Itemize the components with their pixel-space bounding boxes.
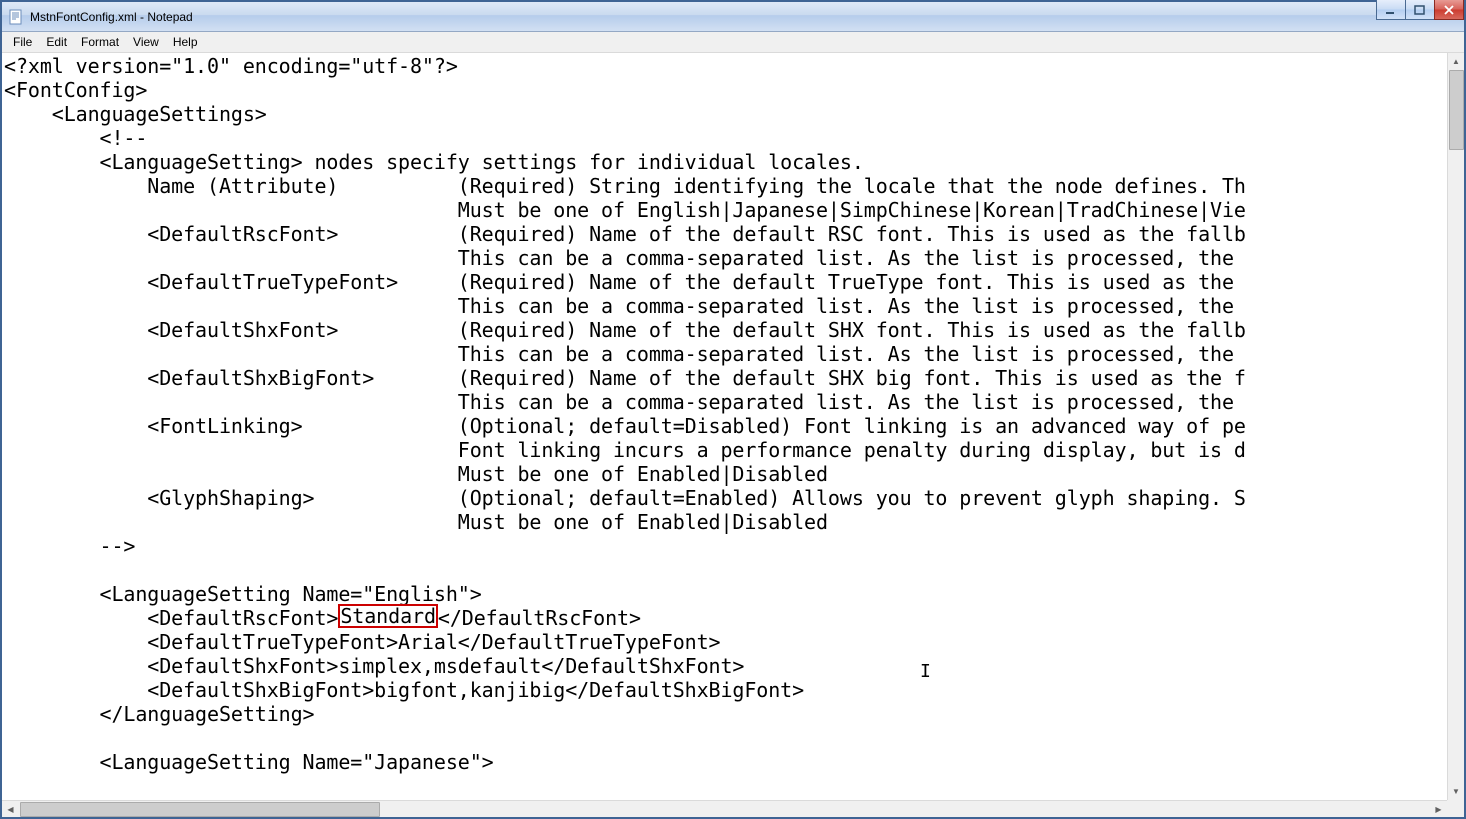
text-line: </LanguageSetting> — [4, 702, 314, 726]
scroll-corner — [1447, 800, 1464, 817]
text-line: Must be one of Enabled|Disabled — [4, 462, 828, 486]
notepad-window: MstnFontConfig.xml - Notepad File Edit F… — [0, 0, 1466, 819]
text-cursor-icon: I — [920, 660, 931, 684]
vertical-scroll-thumb[interactable] — [1449, 70, 1464, 150]
text-line: <FontConfig> — [4, 78, 147, 102]
text-line: This can be a comma-separated list. As t… — [4, 246, 1246, 270]
text-line: <DefaultTrueTypeFont> (Required) Name of… — [4, 270, 1246, 294]
client-area: <?xml version="1.0" encoding="utf-8"?> <… — [2, 53, 1464, 817]
chevron-up-icon: ▲ — [1452, 57, 1460, 66]
scroll-down-button[interactable]: ▼ — [1448, 783, 1464, 800]
scroll-up-button[interactable]: ▲ — [1448, 53, 1464, 70]
text-line: <DefaultShxFont>simplex,msdefault</Defau… — [4, 654, 744, 678]
text-line-part: <DefaultRscFont> — [4, 606, 338, 630]
text-line: <LanguageSetting Name="English"> — [4, 582, 482, 606]
text-line: <?xml version="1.0" encoding="utf-8"?> — [4, 54, 458, 78]
text-line: Name (Attribute) (Required) String ident… — [4, 174, 1246, 198]
close-button[interactable] — [1434, 0, 1464, 20]
text-line: <LanguageSetting Name="Japanese"> — [4, 750, 494, 774]
maximize-button[interactable] — [1405, 0, 1435, 20]
text-line: <LanguageSettings> — [4, 102, 267, 126]
scroll-right-button[interactable]: ▶ — [1430, 801, 1447, 817]
chevron-down-icon: ▼ — [1452, 787, 1460, 796]
horizontal-scrollbar[interactable]: ◀ ▶ — [2, 800, 1447, 817]
text-line: <FontLinking> (Optional; default=Disable… — [4, 414, 1246, 438]
menu-view[interactable]: View — [126, 33, 166, 51]
minimize-button[interactable] — [1376, 0, 1406, 20]
text-line: <GlyphShaping> (Optional; default=Enable… — [4, 486, 1246, 510]
chevron-left-icon: ◀ — [7, 805, 13, 814]
notepad-icon — [8, 9, 24, 25]
text-line: This can be a comma-separated list. As t… — [4, 294, 1246, 318]
title-bar[interactable]: MstnFontConfig.xml - Notepad — [2, 2, 1464, 32]
highlighted-text: Standard — [338, 604, 438, 628]
text-line: <!-- — [4, 126, 147, 150]
window-controls — [1377, 0, 1464, 20]
menu-file[interactable]: File — [6, 33, 39, 51]
menu-edit[interactable]: Edit — [39, 33, 74, 51]
menu-format[interactable]: Format — [74, 33, 126, 51]
text-line: <DefaultRscFont> (Required) Name of the … — [4, 222, 1246, 246]
chevron-right-icon: ▶ — [1435, 805, 1441, 814]
menu-help[interactable]: Help — [166, 33, 205, 51]
text-editor[interactable]: <?xml version="1.0" encoding="utf-8"?> <… — [2, 53, 1447, 800]
text-line: <DefaultTrueTypeFont>Arial</DefaultTrueT… — [4, 630, 720, 654]
text-line: <DefaultShxBigFont> (Required) Name of t… — [4, 366, 1246, 390]
text-line: Font linking incurs a performance penalt… — [4, 438, 1246, 462]
text-line: <LanguageSetting> nodes specify settings… — [4, 150, 864, 174]
horizontal-scroll-thumb[interactable] — [20, 802, 380, 817]
menu-bar: File Edit Format View Help — [2, 32, 1464, 53]
scroll-left-button[interactable]: ◀ — [2, 801, 19, 817]
vertical-scrollbar[interactable]: ▲ ▼ — [1447, 53, 1464, 800]
text-line: This can be a comma-separated list. As t… — [4, 342, 1246, 366]
text-line: This can be a comma-separated list. As t… — [4, 390, 1246, 414]
text-line: <DefaultShxBigFont>bigfont,kanjibig</Def… — [4, 678, 804, 702]
text-line: Must be one of Enabled|Disabled — [4, 510, 828, 534]
text-line-part: </DefaultRscFont> — [438, 606, 641, 630]
window-title: MstnFontConfig.xml - Notepad — [30, 10, 1460, 24]
text-line: --> — [4, 534, 135, 558]
text-line: Must be one of English|Japanese|SimpChin… — [4, 198, 1246, 222]
text-line: <DefaultShxFont> (Required) Name of the … — [4, 318, 1246, 342]
